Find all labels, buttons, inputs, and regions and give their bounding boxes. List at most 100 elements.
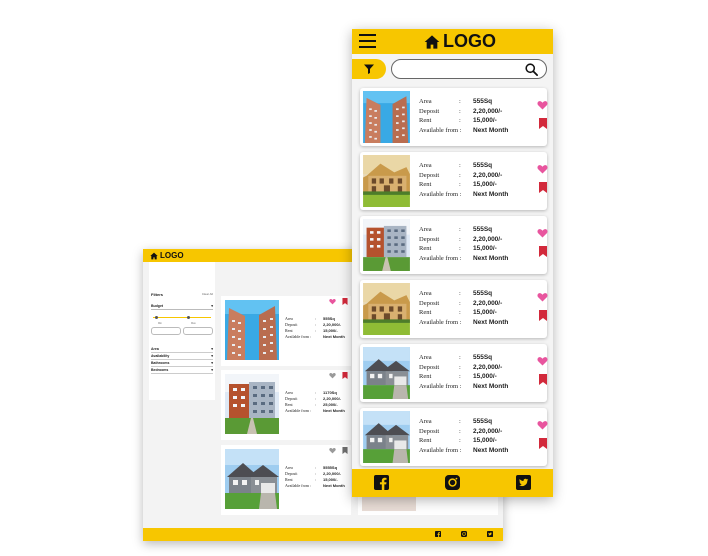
area-value: 555Sq — [473, 290, 493, 298]
heart-icon[interactable] — [537, 292, 548, 302]
bookmark-icon[interactable] — [342, 372, 348, 379]
listing-card[interactable]: Area:1170Sq Deposit:2,20,000/- Rent:25,0… — [221, 370, 351, 440]
listing-details: Area:555Sq Deposit:2,20,000/- Rent:15,00… — [419, 354, 509, 390]
listing-details: Area:1170Sq Deposit:2,20,000/- Rent:25,0… — [285, 390, 345, 413]
property-photo — [225, 374, 279, 434]
available-value: Next Month — [473, 382, 509, 390]
search-icon[interactable] — [524, 62, 539, 77]
property-photo — [363, 411, 410, 463]
twitter-icon[interactable] — [516, 475, 531, 490]
rent-value: 15,000/- — [473, 373, 497, 381]
mobile-mockup: LOGO Area:555Sq Deposit:2,20,000/- Rent:… — [352, 29, 553, 497]
facebook-icon[interactable] — [435, 531, 441, 537]
budget-label: Budget — [151, 304, 164, 308]
rent-value: 15,000/- — [473, 309, 497, 317]
listing-details: Area:555Sq Deposit:2,20,000/- Rent:15,00… — [419, 98, 509, 134]
listing-card[interactable]: Area:555Sq Deposit:2,20,000/- Rent:15,00… — [360, 408, 547, 466]
instagram-icon[interactable] — [445, 475, 460, 490]
slider-min-handle[interactable] — [155, 315, 158, 319]
rent-value: 15,000/- — [473, 437, 497, 445]
twitter-icon[interactable] — [487, 531, 493, 537]
desktop-logo[interactable]: LOGO — [150, 251, 184, 260]
clear-all-link[interactable]: Clear All — [202, 292, 213, 296]
property-photo — [363, 219, 410, 271]
bookmark-icon[interactable] — [539, 374, 547, 385]
listing-card[interactable]: Area:555Sq Deposit:2,20,000/- Rent:15,00… — [360, 152, 547, 210]
budget-slider[interactable] — [153, 315, 211, 319]
property-photo — [225, 449, 279, 509]
area-value: 555Sq — [473, 162, 493, 170]
max-input[interactable] — [183, 327, 213, 335]
mobile-logo[interactable]: LOGO — [424, 31, 496, 52]
home-icon — [150, 252, 158, 260]
min-input[interactable] — [151, 327, 181, 335]
desktop-logo-text: LOGO — [160, 251, 184, 260]
bookmark-icon[interactable] — [539, 310, 547, 321]
listing-details: Area:555Sq Deposit:2,20,000/- Rent:15,00… — [419, 162, 509, 198]
heart-icon[interactable] — [537, 164, 548, 174]
bookmark-icon[interactable] — [539, 182, 547, 193]
desktop-footer — [143, 528, 503, 541]
property-photo — [363, 91, 410, 143]
heart-icon[interactable] — [537, 100, 548, 110]
listing-card[interactable]: Area:555Sq Deposit:2,20,000/- Rent:15,00… — [360, 280, 547, 338]
deposit-value: 2,20,000/- — [473, 363, 503, 371]
instagram-icon[interactable] — [461, 531, 467, 537]
filters-panel: Filters Clear All Budget ▾ Min Max Area ▾… — [149, 262, 215, 400]
filters-title: Filters — [151, 292, 164, 297]
chevron-down-icon: ▾ — [211, 347, 213, 351]
listing-card[interactable]: Area:555Sq Deposit:2,20,000/- Rent:15,00… — [360, 88, 547, 146]
available-value: Next Month — [473, 318, 509, 326]
filter-area[interactable]: Area ▾ — [151, 347, 213, 353]
search-input[interactable] — [400, 62, 520, 76]
heart-icon[interactable] — [329, 298, 336, 305]
rent-value: 15,000/- — [473, 181, 497, 189]
available-value: Next Month — [473, 254, 509, 262]
listing-card[interactable]: Area:555Sq Deposit:2,20,000/- Rent:15,00… — [360, 344, 547, 402]
area-value: 555Sq — [473, 418, 493, 426]
slider-max-handle[interactable] — [187, 315, 190, 319]
property-photo — [225, 300, 279, 360]
filter-button[interactable] — [352, 59, 386, 79]
min-label: Min — [158, 322, 163, 325]
search-bar[interactable] — [391, 59, 547, 79]
available-value: Next Month — [473, 446, 509, 454]
max-label: Max — [191, 322, 196, 325]
bookmark-icon[interactable] — [539, 118, 547, 129]
heart-icon[interactable] — [537, 420, 548, 430]
deposit-value: 2,20,000/- — [473, 299, 503, 307]
area-value: 555Sq — [473, 98, 493, 106]
bookmark-icon[interactable] — [539, 246, 547, 257]
listing-card[interactable]: Area:555Sq Deposit:2,20,000/- Rent:15,00… — [221, 296, 351, 366]
listing-details: Area:5555Sq Deposit:2,20,000/- Rent:15,0… — [285, 465, 345, 488]
property-photo — [363, 347, 410, 399]
available-value: Next Month — [473, 190, 509, 198]
deposit-value: 2,20,000/- — [473, 235, 503, 243]
area-value: 555Sq — [473, 226, 493, 234]
heart-icon[interactable] — [537, 228, 548, 238]
bookmark-icon[interactable] — [539, 438, 547, 449]
deposit-value: 2,20,000/- — [473, 427, 503, 435]
listing-details: Area:555Sq Deposit:2,20,000/- Rent:15,00… — [419, 226, 509, 262]
facebook-icon[interactable] — [374, 475, 389, 490]
chevron-down-icon: ▾ — [211, 368, 213, 372]
available-value: Next Month — [323, 408, 345, 413]
bookmark-icon[interactable] — [342, 447, 348, 454]
bookmark-icon[interactable] — [342, 298, 348, 305]
budget-dropdown[interactable]: Budget ▾ — [151, 304, 213, 310]
heart-icon[interactable] — [329, 372, 336, 379]
listing-card[interactable]: Area:5555Sq Deposit:2,20,000/- Rent:15,0… — [221, 445, 351, 515]
home-icon — [424, 34, 440, 50]
filter-bedrooms[interactable]: Bedrooms ▾ — [151, 368, 213, 374]
available-value: Next Month — [473, 126, 509, 134]
listing-card[interactable]: Area:555Sq Deposit:2,20,000/- Rent:15,00… — [360, 216, 547, 274]
available-value: Next Month — [323, 483, 345, 488]
filter-availability[interactable]: Availability ▾ — [151, 354, 213, 360]
hamburger-menu-icon[interactable] — [359, 34, 376, 49]
chevron-down-icon: ▾ — [211, 361, 213, 365]
heart-icon[interactable] — [329, 447, 336, 454]
filter-funnel-icon — [364, 64, 374, 74]
mobile-header: LOGO — [352, 29, 553, 54]
filter-bathrooms[interactable]: Bathrooms ▾ — [151, 361, 213, 367]
heart-icon[interactable] — [537, 356, 548, 366]
